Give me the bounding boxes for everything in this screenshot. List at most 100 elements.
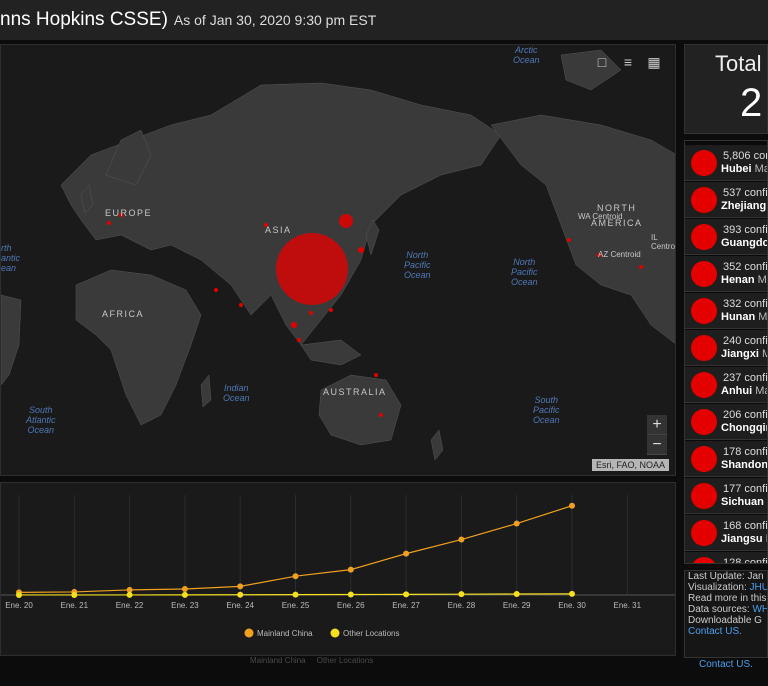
region-name: Jiangsu M bbox=[721, 533, 767, 545]
data-point bbox=[513, 520, 520, 527]
case-count: 240 confi bbox=[723, 335, 768, 347]
case-count: 5,806 confi bbox=[723, 150, 767, 162]
data-point bbox=[237, 591, 244, 598]
data-point bbox=[71, 591, 78, 598]
data-point bbox=[513, 591, 520, 598]
case-count: 206 confi bbox=[723, 409, 768, 421]
case-dot-icon bbox=[691, 224, 717, 250]
case-dot-icon bbox=[691, 261, 717, 287]
list-item[interactable]: 240 confiJiangxi Ma bbox=[685, 330, 768, 366]
cases-line-chart: Ene. 20 Ene. 21 Ene. 22 Ene. 23 Ene. 24 Ene. … bbox=[1, 495, 675, 638]
data-point bbox=[292, 591, 299, 598]
list-item[interactable]: 128 confi bbox=[685, 552, 768, 564]
data-point bbox=[403, 550, 410, 557]
label-wa-centroid: WA Centroid bbox=[578, 212, 623, 221]
region-name: Chongqin bbox=[721, 422, 768, 434]
list-item[interactable]: 5,806 confiHubei Mai bbox=[685, 145, 767, 181]
case-count: 393 confi bbox=[723, 224, 768, 236]
region-name: Hubei Mai bbox=[721, 163, 767, 175]
jhu-link[interactable]: JHU bbox=[750, 582, 767, 593]
data-point bbox=[347, 591, 354, 598]
label-north-pacific-1: North Pacific Ocean bbox=[404, 250, 431, 280]
case-count: 128 confi bbox=[723, 557, 768, 564]
label-south-atlantic: South Atlantic Ocean bbox=[26, 405, 56, 435]
info-panel: Last Update: Jan Visualization: JHU Read… bbox=[684, 570, 768, 658]
data-sources-text: Data sources: WH bbox=[688, 604, 768, 615]
label-europe: EUROPE bbox=[105, 208, 153, 218]
contact-link-bottom[interactable]: Contact US. bbox=[699, 659, 753, 670]
ghost-legend: Mainland China Other Locations bbox=[250, 656, 373, 665]
total-confirmed-panel: Total 2 bbox=[684, 44, 768, 134]
data-point bbox=[126, 591, 133, 598]
list-item[interactable]: 178 confiShandong bbox=[685, 441, 768, 477]
list-item[interactable]: 352 confiHenan Ma bbox=[685, 256, 768, 292]
zoom-out-button[interactable]: − bbox=[647, 435, 667, 455]
x-tick-label: Ene. 29 bbox=[503, 601, 531, 610]
region-name: Guangdon bbox=[721, 237, 767, 249]
label-arctic-ocean: Arctic Ocean bbox=[513, 45, 540, 65]
case-dot-icon bbox=[691, 483, 717, 509]
visualization-text: Visualization: JHU bbox=[688, 582, 768, 593]
region-name: Henan Ma bbox=[721, 274, 767, 286]
ghost-legend-other: Other Locations bbox=[316, 656, 374, 665]
list-item[interactable]: 332 confiHunan Ma bbox=[685, 293, 768, 329]
list-item[interactable]: 537 confiZhejiang M bbox=[685, 182, 768, 218]
dashboard-title: nns Hopkins CSSE) bbox=[0, 9, 168, 30]
label-africa: AFRICA bbox=[102, 309, 145, 319]
ghost-legend-china: Mainland China bbox=[250, 656, 306, 665]
case-count: 332 confi bbox=[723, 298, 768, 310]
region-name: Jiangxi Ma bbox=[721, 348, 767, 360]
x-tick-label: Ene. 27 bbox=[392, 601, 420, 610]
case-dot-icon bbox=[691, 298, 717, 324]
x-tick-label: Ene. 20 bbox=[5, 601, 33, 610]
region-name: Hunan Ma bbox=[721, 311, 768, 323]
case-dot-icon bbox=[691, 150, 717, 176]
case-dot-icon bbox=[691, 557, 717, 563]
case-dot-icon bbox=[691, 446, 717, 472]
total-value: 2 bbox=[740, 81, 763, 125]
x-tick-label: Ene. 30 bbox=[558, 601, 586, 610]
data-point bbox=[16, 591, 22, 598]
list-item[interactable]: 168 confiJiangsu M bbox=[685, 515, 767, 551]
x-tick-label: Ene. 23 bbox=[171, 601, 199, 610]
zoom-controls: + − bbox=[647, 415, 667, 455]
qr-grid-icon[interactable]: ▦ bbox=[645, 53, 663, 71]
data-point bbox=[569, 590, 575, 597]
list-item[interactable]: 177 confiSichuan M bbox=[685, 478, 767, 514]
label-north-atlantic: rth antic ean bbox=[1, 243, 21, 273]
data-point bbox=[237, 583, 244, 590]
x-tick-label: Ene. 31 bbox=[614, 601, 642, 610]
legend-label: Mainland China bbox=[257, 629, 313, 638]
dashboard-header: nns Hopkins CSSE) As of Jan 30, 2020 9:3… bbox=[0, 0, 768, 40]
data-point bbox=[181, 585, 188, 592]
chart-panel: Ene. 20 Ene. 21 Ene. 22 Ene. 23 Ene. 24 Ene. … bbox=[0, 482, 676, 656]
legend-label: Other Locations bbox=[343, 629, 399, 638]
list-item[interactable]: 206 confi Chongqin bbox=[685, 404, 768, 440]
label-australia: AUSTRALIA bbox=[323, 387, 387, 397]
region-name: Zhejiang M bbox=[721, 200, 767, 212]
zoom-in-button[interactable]: + bbox=[647, 415, 667, 435]
world-map[interactable] bbox=[1, 45, 676, 476]
map-panel[interactable]: □ ≡ ▦ EUROPE ASIA AFRICA AUSTRALIA NORTH… bbox=[0, 44, 676, 476]
case-count: 537 confi bbox=[723, 187, 768, 199]
who-link[interactable]: WH bbox=[752, 604, 767, 615]
x-tick-label: Ene. 28 bbox=[448, 601, 476, 610]
last-update-text: Last Update: Jan bbox=[688, 571, 764, 582]
region-list[interactable]: 5,806 confiHubei Mai537 confiZhejiang M3… bbox=[684, 140, 768, 564]
case-dot-icon bbox=[691, 409, 717, 435]
data-point bbox=[347, 566, 354, 573]
label-north-pacific-2: North Pacific Ocean bbox=[511, 257, 538, 287]
label-indian-ocean: Indian Ocean bbox=[223, 383, 250, 403]
legend-marker bbox=[244, 628, 254, 638]
case-dot-icon bbox=[691, 187, 717, 213]
list-item[interactable]: 393 confiGuangdon bbox=[685, 219, 768, 255]
label-south-pacific: South Pacific Ocean bbox=[533, 395, 560, 425]
list-icon[interactable]: ≡ bbox=[619, 53, 637, 71]
list-item[interactable]: 237 confiAnhui Mai bbox=[685, 367, 767, 403]
bookmark-icon[interactable]: □ bbox=[593, 53, 611, 71]
region-name: Shandong bbox=[721, 459, 768, 471]
contact-link[interactable]: Contact US. bbox=[685, 626, 767, 637]
data-point bbox=[292, 573, 299, 580]
case-count: 352 confi bbox=[723, 261, 768, 273]
map-toolbar: □ ≡ ▦ bbox=[593, 53, 663, 71]
